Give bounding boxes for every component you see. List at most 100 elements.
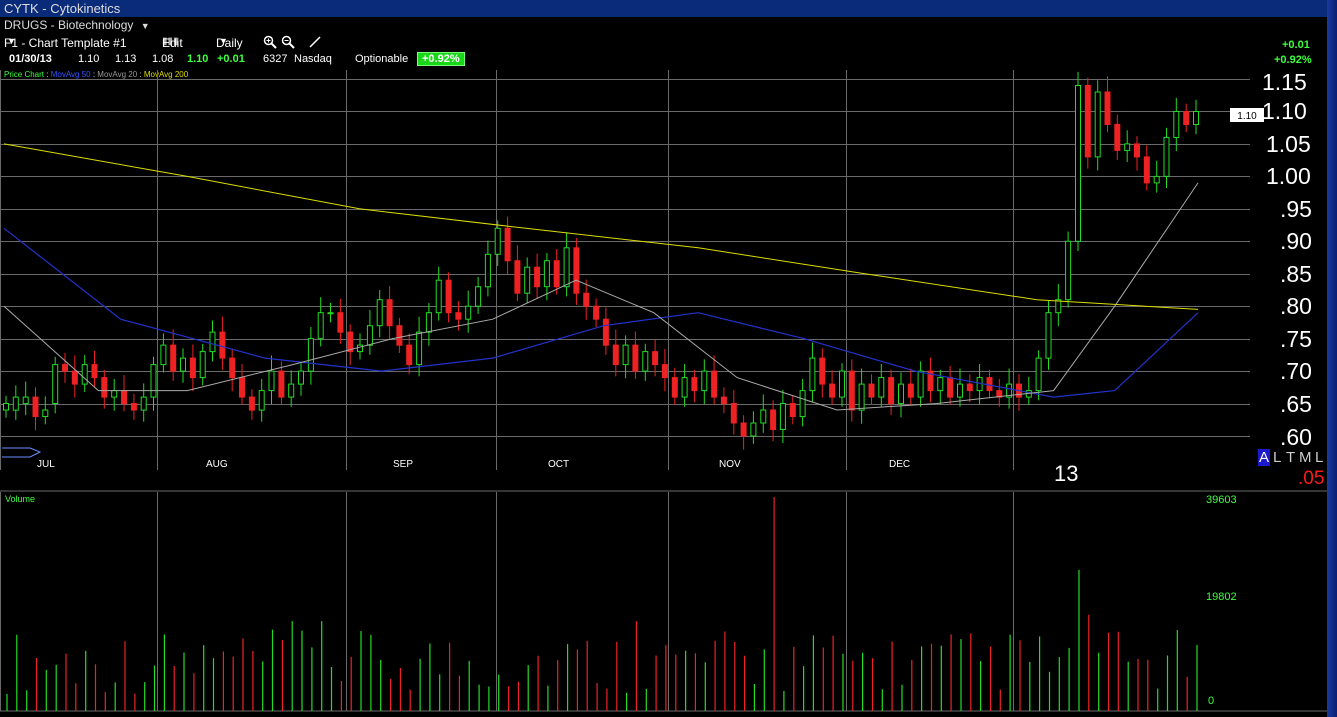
price-label: 1.10	[1262, 98, 1307, 124]
month-label: SEP	[393, 459, 414, 470]
candle-body	[357, 344, 363, 353]
candle-body	[484, 253, 491, 288]
candle-body	[494, 227, 501, 255]
candle-body	[366, 325, 373, 346]
candle-body	[898, 383, 904, 405]
candle-body	[1065, 240, 1072, 301]
candles	[3, 71, 1199, 450]
candle-body	[396, 325, 403, 346]
ma200-line	[3, 143, 1199, 310]
window-frame-right	[1327, 0, 1337, 717]
candle-body	[907, 383, 914, 398]
candle-body	[740, 422, 747, 437]
scale-button-all[interactable]: A	[1258, 449, 1271, 466]
candle-body	[170, 344, 177, 372]
candle-body	[268, 370, 275, 392]
candle-body	[504, 227, 511, 262]
candle-body	[1104, 91, 1111, 125]
candle-body	[150, 364, 157, 398]
scale-button-log[interactable]: L	[1273, 449, 1281, 466]
candle-body	[701, 370, 708, 392]
candle-body	[593, 305, 600, 320]
candle-body	[602, 318, 609, 346]
candle-body	[770, 409, 777, 430]
candle-body	[455, 312, 462, 320]
candle-body	[12, 396, 19, 411]
price-label: 1.05	[1266, 131, 1311, 157]
candle-body	[642, 351, 649, 372]
candle-body	[848, 370, 855, 411]
candle-body	[1075, 85, 1081, 242]
candle-body	[1183, 111, 1190, 125]
candle-body	[534, 266, 541, 288]
candle-body	[3, 403, 9, 411]
candle-body	[1134, 143, 1140, 158]
price-label: .70	[1280, 358, 1312, 384]
price-label: .80	[1280, 293, 1312, 319]
candle-body	[1045, 312, 1052, 359]
candle-body	[779, 403, 786, 430]
candle-body	[652, 351, 659, 366]
scale-button-l[interactable]: L	[1315, 449, 1323, 466]
candle-body	[730, 403, 737, 424]
candle-body	[819, 357, 826, 385]
month-label: DEC	[889, 459, 911, 470]
candle-body	[258, 390, 265, 411]
candle-body	[1143, 156, 1150, 184]
candle-body	[524, 266, 531, 294]
candle-body	[720, 396, 727, 405]
volume-zero: 0	[1208, 695, 1215, 707]
candle-body	[91, 364, 98, 379]
scroll-handle-icon[interactable]	[2, 447, 42, 458]
price-label: 1.15	[1262, 69, 1307, 95]
volume-bars	[6, 497, 1198, 711]
candle-body	[858, 383, 865, 411]
price-label: .90	[1280, 228, 1312, 254]
scale-button-t[interactable]: T	[1286, 449, 1295, 466]
candle-body	[101, 377, 108, 398]
candle-body	[799, 390, 806, 418]
candle-body	[337, 312, 344, 333]
candle-body	[1173, 111, 1180, 138]
candle-body	[1094, 91, 1101, 158]
candle-body	[386, 299, 393, 327]
candle-body	[1193, 111, 1199, 125]
candle-body	[1084, 85, 1091, 158]
candle-body	[130, 403, 137, 411]
candle-body	[62, 364, 68, 372]
candle-body	[543, 260, 550, 288]
candle-body	[514, 260, 521, 294]
candle-body	[917, 370, 924, 398]
candle-body	[140, 396, 147, 411]
candle-body	[229, 357, 236, 379]
candle-body	[32, 396, 39, 418]
candle-body	[347, 331, 354, 353]
candle-body	[307, 338, 314, 372]
candle-body	[248, 396, 255, 411]
candle-body	[1163, 136, 1170, 177]
candle-body	[632, 344, 639, 372]
candle-body	[52, 364, 59, 405]
candle-body	[376, 299, 383, 327]
candle-body	[809, 357, 816, 392]
candle-body	[947, 377, 954, 398]
candle-body	[937, 377, 944, 392]
candle-body	[573, 247, 580, 294]
price-chart-svg[interactable]: 1.10	[0, 0, 1337, 717]
candle-body	[681, 377, 688, 398]
candle-body	[661, 364, 668, 379]
candle-body	[81, 364, 88, 385]
volume-max: 39603	[1206, 494, 1237, 506]
candle-body	[425, 312, 432, 333]
candle-body	[475, 286, 482, 307]
candle-body	[189, 357, 196, 379]
candle-body	[563, 247, 570, 288]
volume-label: Volume	[5, 494, 36, 504]
candle-body	[888, 377, 895, 405]
candle-body	[760, 409, 767, 424]
month-label: AUG	[206, 459, 228, 470]
year-label: 13	[1054, 461, 1079, 486]
candle-body	[986, 377, 993, 392]
candle-body	[750, 422, 757, 437]
scale-button-m[interactable]: M	[1299, 449, 1312, 466]
